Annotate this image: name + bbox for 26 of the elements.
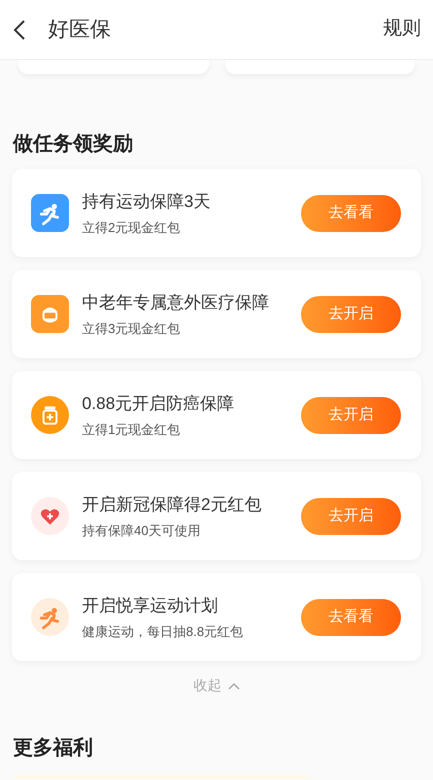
rules-link[interactable]: 规则 bbox=[383, 15, 421, 44]
task-button[interactable]: 去开启 bbox=[301, 498, 401, 534]
runner-icon bbox=[31, 194, 69, 232]
task-subtitle: 立得2元现金红包 bbox=[82, 218, 182, 236]
task-button[interactable]: 去看看 bbox=[301, 598, 401, 636]
task-title: 开启悦享运动计划 bbox=[82, 594, 219, 616]
task-title: 0.88元开启防癌保障 bbox=[82, 392, 236, 414]
collapse-button[interactable]: 收起 bbox=[194, 675, 240, 696]
task-subtitle: 持有保障40天可使用 bbox=[82, 522, 202, 540]
task-button[interactable]: 去看看 bbox=[301, 194, 401, 232]
task-subtitle: 立得1元现金红包 bbox=[82, 420, 182, 438]
task-button[interactable]: 去开启 bbox=[301, 296, 401, 332]
section-title: 做任务领奖励 bbox=[13, 132, 134, 157]
task-button[interactable]: 去开启 bbox=[301, 396, 401, 434]
heart-cross-icon bbox=[31, 497, 69, 535]
back-icon[interactable] bbox=[12, 18, 26, 40]
page-title: 好医保 bbox=[48, 16, 111, 43]
task-title: 持有运动保障3天 bbox=[82, 190, 212, 212]
task-title: 中老年专属意外医疗保障 bbox=[82, 292, 270, 314]
task-subtitle: 健康运动，每日抽8.8元红包 bbox=[82, 622, 244, 640]
chevron-up-icon bbox=[228, 682, 240, 690]
runner-icon bbox=[31, 598, 69, 636]
medicine-bottle-icon bbox=[31, 396, 69, 434]
section-title: 更多福利 bbox=[13, 736, 94, 761]
task-title: 开启新冠保障得2元红包 bbox=[82, 494, 262, 516]
task-subtitle: 立得3元现金红包 bbox=[82, 320, 182, 338]
